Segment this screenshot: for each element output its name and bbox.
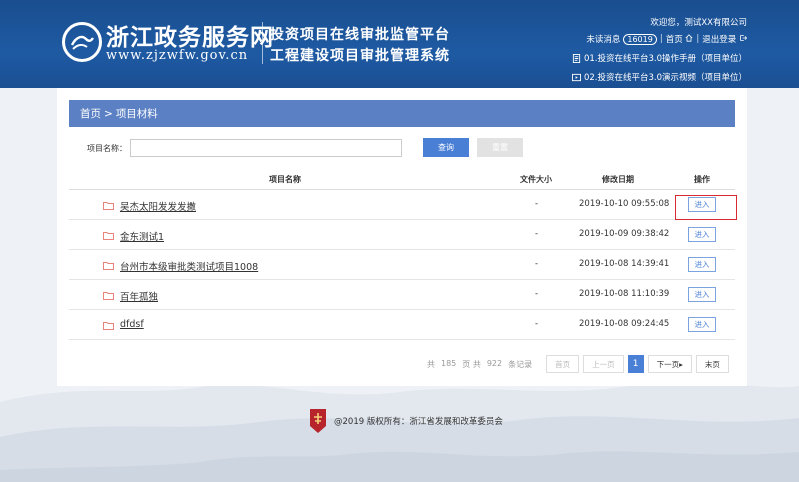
breadcrumb-home[interactable]: 首页 bbox=[80, 106, 101, 121]
home-icon bbox=[685, 34, 693, 42]
pagination: 共 185 页 共 922 条记录 首页 上一页 1 下一页▸ 末页 bbox=[427, 355, 729, 373]
row-name-link[interactable]: 吴杰太阳发发发撒 bbox=[120, 199, 196, 213]
search-label: 项目名称： bbox=[87, 143, 127, 153]
first-page-button[interactable]: 首页 bbox=[546, 355, 580, 373]
pager-label-pages: 页 共 bbox=[462, 359, 481, 369]
row-size: - bbox=[535, 229, 539, 239]
enter-button[interactable]: 进入 bbox=[688, 257, 716, 272]
folder-icon bbox=[103, 232, 114, 240]
enter-button[interactable]: 进入 bbox=[688, 227, 716, 242]
breadcrumb-separator: > bbox=[104, 107, 113, 120]
logo-text-cn: 浙江政务服务网 bbox=[106, 24, 274, 51]
next-page-label: 下一页 bbox=[656, 359, 680, 369]
guide-manual-label: 01.投资在线平台3.0操作手册（项目单位） bbox=[583, 54, 747, 64]
user-area: 欢迎您，测试XX有限公司 未读消息 16019 | 首页 | 退出登录 01.投… bbox=[571, 16, 748, 83]
logout-link[interactable]: 退出登录 bbox=[702, 33, 748, 45]
enter-button[interactable]: 进入 bbox=[688, 287, 716, 302]
materials-table: 项目名称 文件大小 修改日期 操作 吴杰太阳发发发撒 - 2019-10-10 … bbox=[69, 170, 737, 340]
enter-button[interactable]: 进入 bbox=[688, 317, 716, 332]
row-size: - bbox=[535, 259, 539, 269]
unread-count-badge[interactable]: 16019 bbox=[623, 33, 657, 45]
pager-page-count: 185 bbox=[441, 358, 457, 368]
folder-icon bbox=[103, 292, 114, 300]
site-footer: @2019 版权所有：浙江省发展和改革委员会 bbox=[308, 408, 503, 434]
copyright-text: @2019 版权所有：浙江省发展和改革委员会 bbox=[334, 417, 503, 427]
pager-label-records: 条记录 bbox=[508, 359, 533, 369]
pager-info: 共 185 页 共 922 条记录 bbox=[427, 359, 532, 370]
row-date: 2019-10-08 09:24:45 bbox=[579, 319, 670, 329]
video-icon bbox=[571, 73, 581, 81]
current-page-button[interactable]: 1 bbox=[627, 355, 644, 373]
table-row: 吴杰太阳发发发撒 - 2019-10-10 09:55:08 进入 bbox=[69, 190, 737, 220]
wave-logo-icon bbox=[70, 35, 94, 50]
document-icon bbox=[572, 53, 581, 63]
next-page-button[interactable]: 下一页▸ bbox=[647, 355, 692, 373]
row-date: 2019-10-10 09:55:08 bbox=[579, 199, 670, 209]
reset-button[interactable]: 重置 bbox=[477, 138, 523, 157]
guide-video-link[interactable]: 02.投资在线平台3.0演示视频（项目单位） bbox=[571, 71, 747, 83]
welcome-text: 欢迎您，测试XX有限公司 bbox=[650, 18, 747, 28]
guide-manual-link[interactable]: 01.投资在线平台3.0操作手册（项目单位） bbox=[572, 52, 747, 64]
row-size: - bbox=[535, 319, 539, 329]
table-row: dfdsf - 2019-10-08 09:24:45 进入 bbox=[69, 310, 735, 340]
triangle-right-icon: ▸ bbox=[679, 359, 683, 369]
system-title-2: 工程建设项目审批管理系统 bbox=[270, 48, 450, 64]
header-divider bbox=[262, 22, 263, 64]
row-name-link[interactable]: 百年孤独 bbox=[120, 289, 158, 303]
unread-label[interactable]: 未读消息 bbox=[586, 33, 620, 45]
folder-icon bbox=[103, 202, 114, 210]
logout-label: 退出登录 bbox=[702, 35, 737, 45]
folder-icon bbox=[103, 322, 114, 330]
row-name-link[interactable]: dfdsf bbox=[120, 319, 144, 330]
logout-icon bbox=[740, 35, 748, 41]
guide-video-label: 02.投资在线平台3.0演示视频（项目单位） bbox=[583, 73, 747, 83]
folder-icon bbox=[103, 262, 114, 270]
col-header-name: 项目名称 bbox=[269, 175, 301, 184]
table-row: 台州市本级审批类测试项目1008 - 2019-10-08 14:39:41 进… bbox=[69, 250, 735, 280]
row-name-link[interactable]: 金东测试1 bbox=[120, 229, 164, 243]
breadcrumb-current: 项目材料 bbox=[115, 108, 158, 120]
row-date: 2019-10-09 09:38:42 bbox=[579, 229, 670, 239]
separator: | bbox=[659, 34, 663, 44]
system-title-1: 投资项目在线审批监管平台 bbox=[270, 27, 450, 43]
logo-text-en: www.zjzwfw.gov.cn bbox=[106, 48, 249, 63]
row-name-link[interactable]: 台州市本级审批类测试项目1008 bbox=[120, 259, 258, 273]
site-header: 浙江政务服务网 www.zjzwfw.gov.cn 投资项目在线审批监管平台 工… bbox=[0, 0, 799, 88]
home-link-label: 首页 bbox=[665, 35, 683, 45]
row-size: - bbox=[535, 199, 539, 209]
table-header: 项目名称 文件大小 修改日期 操作 bbox=[69, 170, 735, 190]
content-panel: 首页 > 项目材料 项目名称： 查询 重置 项目名称 文件大小 修改日期 操作 … bbox=[57, 88, 747, 386]
enter-button[interactable]: 进入 bbox=[688, 197, 716, 212]
prev-page-button[interactable]: 上一页 bbox=[583, 355, 624, 373]
col-header-op: 操作 bbox=[694, 175, 710, 184]
row-date: 2019-10-08 14:39:41 bbox=[579, 259, 670, 269]
pager-label-total: 共 bbox=[427, 359, 435, 369]
message-row: 未读消息 16019 | 首页 | 退出登录 bbox=[572, 33, 748, 45]
query-button[interactable]: 查询 bbox=[423, 138, 469, 157]
last-page-button[interactable]: 末页 bbox=[695, 355, 729, 373]
ndrc-emblem-icon bbox=[310, 409, 326, 433]
home-link[interactable]: 首页 bbox=[666, 33, 694, 45]
table-row: 百年孤独 - 2019-10-08 11:10:39 进入 bbox=[69, 280, 735, 310]
table-row: 金东测试1 - 2019-10-09 09:38:42 进入 bbox=[69, 220, 735, 250]
breadcrumb: 首页 > 项目材料 bbox=[69, 100, 735, 127]
row-size: - bbox=[535, 289, 539, 299]
search-row: 项目名称： bbox=[87, 139, 402, 157]
col-header-size: 文件大小 bbox=[520, 175, 552, 184]
col-header-date: 修改日期 bbox=[602, 175, 634, 184]
separator: | bbox=[696, 34, 700, 44]
logo-emblem bbox=[62, 22, 102, 62]
pager-record-count: 922 bbox=[486, 358, 503, 368]
project-name-input[interactable] bbox=[130, 139, 402, 157]
row-date: 2019-10-08 11:10:39 bbox=[579, 289, 670, 299]
